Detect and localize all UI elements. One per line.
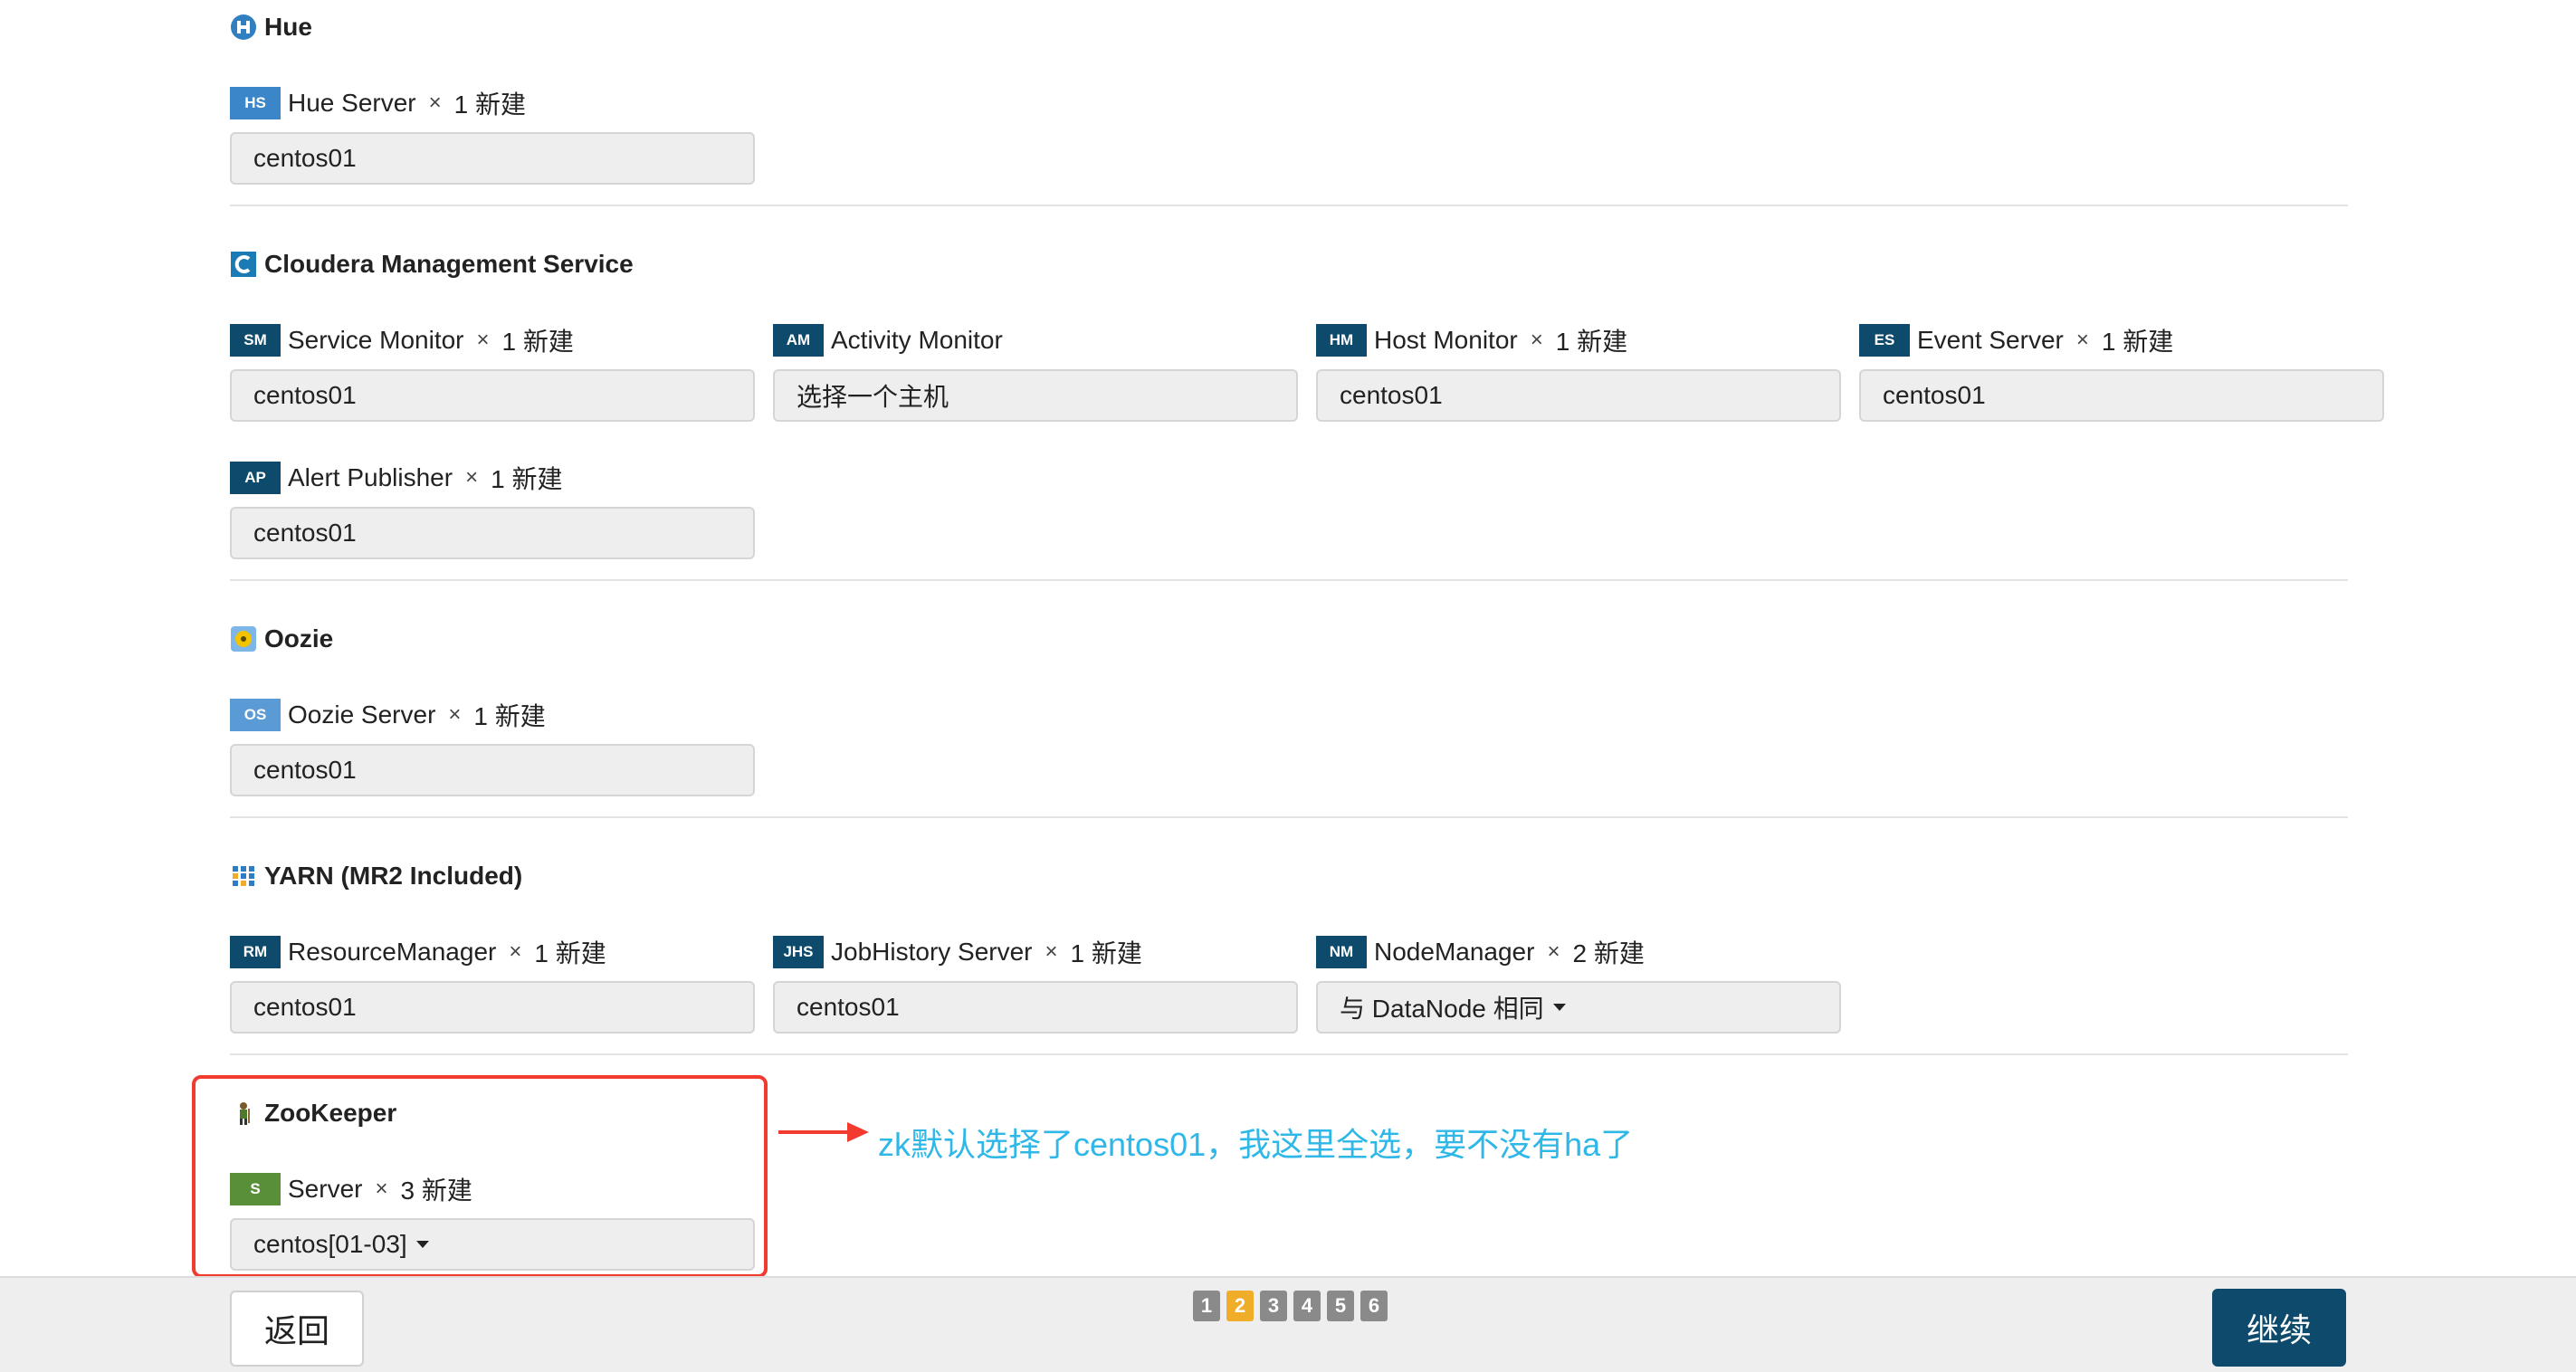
wizard-footer: 返回 1 2 3 4 5 6 继续: [0, 1276, 2576, 1372]
annotation-highlight-box: [192, 1075, 768, 1278]
role-nodemanager: NM NodeManager × 2 新建 与 DataNode 相同: [1316, 934, 1841, 1034]
section-title: YARN (MR2 Included): [264, 862, 523, 890]
role-name: Oozie Server: [288, 700, 436, 729]
role-count: 1 新建: [473, 702, 546, 730]
host-selector[interactable]: centos01: [230, 744, 755, 796]
role-oozie-server: OS Oozie Server × 1 新建 centos01: [230, 697, 755, 796]
role-badge: OS: [230, 699, 281, 731]
role-remove-x[interactable]: ×: [1547, 939, 1560, 965]
host-value: centos01: [253, 993, 357, 1021]
role-assignment-page: Hue HS Hue Server × 1 新建 centos01 Cloude…: [0, 0, 2576, 1278]
wizard-step-2[interactable]: 2: [1226, 1291, 1254, 1321]
host-value: centos01: [797, 993, 900, 1021]
role-remove-x[interactable]: ×: [477, 328, 490, 353]
role-count: 2 新建: [1572, 939, 1645, 967]
role-resource-manager: RM ResourceManager × 1 新建 centos01: [230, 934, 755, 1034]
host-value: centos01: [253, 381, 357, 409]
role-count: 1 新建: [534, 939, 606, 967]
role-service-monitor: SM Service Monitor × 1 新建 centos01: [230, 322, 755, 422]
role-event-server: ES Event Server × 1 新建 centos01: [1859, 322, 2384, 422]
role-name: Hue Server: [288, 89, 416, 117]
role-badge: RM: [230, 936, 281, 968]
role-count: 1 新建: [2101, 328, 2174, 356]
role-count: 1 新建: [1070, 939, 1142, 967]
host-value: 选择一个主机: [797, 383, 949, 411]
role-activity-monitor: AM Activity Monitor 选择一个主机: [773, 322, 1298, 422]
role-badge: ES: [1859, 324, 1910, 357]
host-selector[interactable]: centos01: [773, 981, 1298, 1034]
role-hue-server: HS Hue Server × 1 新建 centos01: [230, 85, 755, 185]
annotation-arrow-icon: [778, 1122, 869, 1142]
host-selector[interactable]: centos01: [230, 132, 755, 185]
role-remove-x[interactable]: ×: [1045, 939, 1058, 965]
role-remove-x[interactable]: ×: [465, 465, 478, 491]
host-value: centos01: [253, 756, 357, 784]
wizard-step-3[interactable]: 3: [1260, 1291, 1287, 1321]
role-count: 1 新建: [491, 465, 563, 493]
role-remove-x[interactable]: ×: [509, 939, 521, 965]
role-count: 1 新建: [501, 328, 574, 356]
wizard-step-6[interactable]: 6: [1360, 1291, 1388, 1321]
section-cloudera-management: Cloudera Management Service: [230, 250, 634, 279]
host-selector[interactable]: centos01: [230, 981, 755, 1034]
role-name: Event Server: [1917, 326, 2064, 354]
oozie-icon: [230, 625, 257, 653]
role-name: Alert Publisher: [288, 463, 453, 491]
divider: [230, 1053, 2348, 1055]
divider: [230, 816, 2348, 818]
hue-icon: [230, 14, 257, 41]
host-dropdown[interactable]: 与 DataNode 相同: [1316, 981, 1841, 1034]
divider: [230, 205, 2348, 206]
role-host-monitor: HM Host Monitor × 1 新建 centos01: [1316, 322, 1841, 422]
yarn-icon: [230, 862, 257, 890]
role-name: NodeManager: [1374, 938, 1535, 966]
role-badge: SM: [230, 324, 281, 357]
back-button[interactable]: 返回: [230, 1291, 364, 1367]
role-remove-x[interactable]: ×: [429, 91, 442, 116]
host-value: centos01: [253, 144, 357, 172]
host-selector[interactable]: centos01: [1316, 369, 1841, 422]
section-yarn: YARN (MR2 Included): [230, 862, 522, 891]
section-title: Hue: [264, 13, 312, 41]
divider: [230, 579, 2348, 581]
role-name: ResourceManager: [288, 938, 497, 966]
wizard-step-4[interactable]: 4: [1293, 1291, 1321, 1321]
host-selector[interactable]: centos01: [1859, 369, 2384, 422]
role-name: JobHistory Server: [831, 938, 1033, 966]
annotation-text: zk默认选择了centos01，我这里全选，要不没有ha了: [878, 1126, 1634, 1163]
host-value: 与 DataNode 相同: [1340, 995, 1544, 1023]
role-jobhistory-server: JHS JobHistory Server × 1 新建 centos01: [773, 934, 1298, 1034]
cloudera-icon: [230, 251, 257, 278]
wizard-step-5[interactable]: 5: [1327, 1291, 1354, 1321]
wizard-step-1[interactable]: 1: [1193, 1291, 1220, 1321]
role-alert-publisher: AP Alert Publisher × 1 新建 centos01: [230, 460, 755, 559]
section-title: Cloudera Management Service: [264, 250, 634, 278]
role-badge: AM: [773, 324, 824, 357]
role-remove-x[interactable]: ×: [448, 702, 461, 728]
section-title: Oozie: [264, 624, 334, 653]
role-badge: HM: [1316, 324, 1367, 357]
role-name: Activity Monitor: [831, 326, 1003, 354]
host-selector[interactable]: centos01: [230, 369, 755, 422]
role-badge: AP: [230, 462, 281, 494]
caret-down-icon: [1552, 1004, 1566, 1011]
role-count: 1 新建: [453, 91, 526, 119]
role-badge: NM: [1316, 936, 1367, 968]
host-value: centos01: [253, 519, 357, 547]
role-name: Host Monitor: [1374, 326, 1518, 354]
role-count: 1 新建: [1555, 328, 1628, 356]
role-name: Service Monitor: [288, 326, 464, 354]
role-remove-x[interactable]: ×: [2076, 328, 2089, 353]
host-selector[interactable]: centos01: [230, 507, 755, 559]
host-selector[interactable]: 选择一个主机: [773, 369, 1298, 422]
role-badge: HS: [230, 87, 281, 119]
role-badge: JHS: [773, 936, 824, 968]
section-oozie: Oozie: [230, 624, 333, 653]
section-hue: Hue: [230, 13, 312, 42]
continue-button[interactable]: 继续: [2212, 1289, 2346, 1367]
host-value: centos01: [1883, 381, 1986, 409]
wizard-step-indicator: 1 2 3 4 5 6: [1193, 1291, 1388, 1321]
role-remove-x[interactable]: ×: [1531, 328, 1543, 353]
host-value: centos01: [1340, 381, 1443, 409]
